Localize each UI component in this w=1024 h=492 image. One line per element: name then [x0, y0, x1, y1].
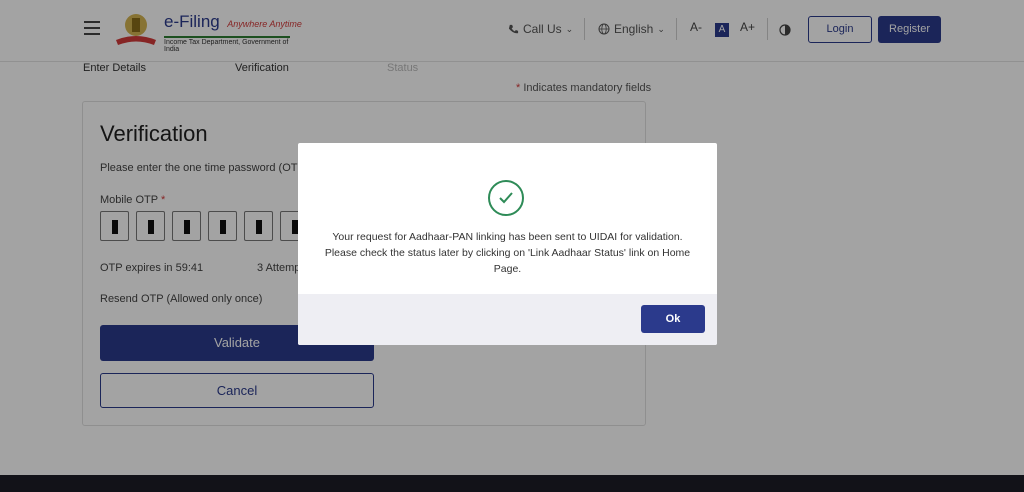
success-dialog: Your request for Aadhaar-PAN linking has… — [298, 143, 717, 345]
dialog-message-line2: Please check the status later by clickin… — [324, 247, 691, 275]
dialog-message: Your request for Aadhaar-PAN linking has… — [312, 229, 703, 277]
ok-button[interactable]: Ok — [641, 305, 705, 333]
dialog-message-line1: Your request for Aadhaar-PAN linking has… — [332, 231, 683, 243]
dialog-footer: Ok — [298, 294, 717, 345]
success-check-icon — [488, 180, 524, 216]
page: e-Filing Anywhere Anytime Income Tax Dep… — [0, 0, 1024, 492]
